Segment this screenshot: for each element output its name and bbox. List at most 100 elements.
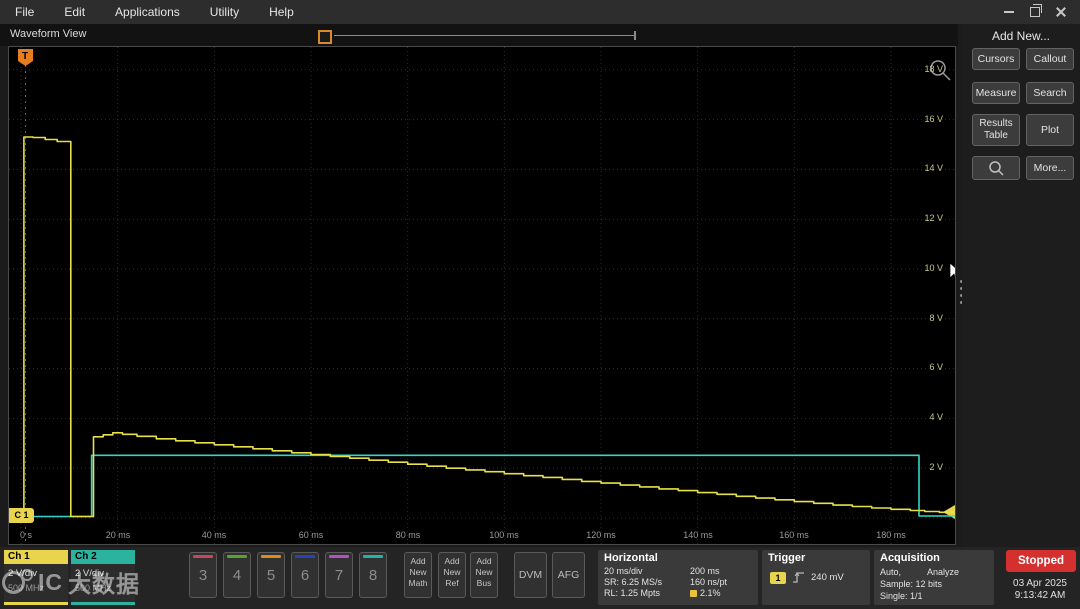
more-button[interactable]: More...: [1026, 156, 1074, 180]
menu-help[interactable]: Help: [254, 0, 309, 24]
dvm-button[interactable]: DVM: [514, 552, 547, 598]
x-axis-label: 20 ms: [106, 530, 131, 540]
waveform-view-header: Waveform View: [0, 24, 958, 46]
menu-items: File Edit Applications Utility Help: [0, 0, 309, 24]
waveform-canvas: T: [9, 47, 955, 544]
close-button[interactable]: [1048, 0, 1074, 24]
channel5-label: 5: [258, 567, 284, 584]
x-axis-label: 180 ms: [876, 530, 906, 540]
horizontal-title: Horizontal: [598, 550, 758, 564]
x-axis-label: 120 ms: [586, 530, 616, 540]
add-new-ref-line2: New: [443, 567, 460, 577]
add-new-ref-button[interactable]: Add New Ref: [438, 552, 466, 598]
add-new-bus-line3: Bus: [477, 578, 492, 588]
horizontal-sample-rate: SR: 6.25 MS/s: [604, 577, 690, 587]
channel5-color-stripe: [261, 555, 281, 558]
x-axis-label: 0 s: [20, 530, 32, 540]
channel1-scale: 2 V/div: [4, 564, 68, 579]
zoom-scrollbar-handle[interactable]: [318, 30, 332, 44]
zoom-scrollbar-track[interactable]: [334, 35, 634, 36]
cursors-button[interactable]: Cursors: [972, 48, 1020, 70]
channel1-badge[interactable]: Ch 1 2 V/div 500 MHz: [4, 550, 68, 605]
position-icon: [690, 590, 697, 597]
channel1-trace: [21, 137, 955, 517]
add-new-panel: Add New... Cursors Callout Measure Searc…: [962, 24, 1080, 547]
channel7-color-stripe: [329, 555, 349, 558]
horizontal-record-length: RL: 1.25 Mpts: [604, 588, 690, 598]
add-new-math-line1: Add: [410, 556, 425, 566]
zoom-tool-button[interactable]: [972, 156, 1020, 180]
bottom-bar: Ch 1 2 V/div 500 MHz Ch 2 2 V/div 500 MH…: [0, 547, 1080, 609]
minimize-button[interactable]: [996, 0, 1022, 24]
y-axis-label: 10 V: [901, 263, 943, 273]
minimize-icon: [1004, 11, 1014, 13]
channel2-bandwidth: 500 MHz: [71, 579, 135, 593]
acquisition-single: Single: 1/1: [880, 590, 994, 602]
afg-button[interactable]: AFG: [552, 552, 585, 598]
search-button[interactable]: Search: [1026, 82, 1074, 104]
channel7-button[interactable]: 7: [325, 552, 353, 598]
channel6-label: 6: [292, 567, 318, 584]
channel4-button[interactable]: 4: [223, 552, 251, 598]
mouse-cursor: [950, 263, 955, 280]
trigger-panel[interactable]: Trigger 1 240 mV: [762, 550, 870, 605]
acquisition-mode: Auto,: [880, 566, 901, 578]
oscilloscope-app: File Edit Applications Utility Help Wave…: [0, 0, 1080, 609]
x-axis-label: 40 ms: [202, 530, 227, 540]
channel8-color-stripe: [363, 555, 383, 558]
callout-button[interactable]: Callout: [1026, 48, 1074, 70]
y-axis-label: 14 V: [901, 163, 943, 173]
rising-edge-icon: [792, 571, 805, 584]
add-new-bus-line2: New: [475, 567, 492, 577]
channel3-label: 3: [190, 567, 216, 584]
window-controls: [996, 0, 1074, 24]
y-axis-label: 2 V: [901, 462, 943, 472]
acquisition-sample: Sample: 12 bits: [880, 578, 994, 590]
zoom-scrollbar-end-tick: [634, 31, 636, 40]
horizontal-scale: 20 ms/div: [604, 566, 690, 576]
menu-bar: File Edit Applications Utility Help: [0, 0, 1080, 24]
channel1-ground-badge[interactable]: C 1: [9, 508, 34, 523]
channel4-label: 4: [224, 567, 250, 584]
channel8-button[interactable]: 8: [359, 552, 387, 598]
run-stop-status-button[interactable]: Stopped: [1006, 550, 1076, 572]
magnifier-icon: [988, 160, 1004, 176]
close-icon: [1055, 6, 1067, 18]
channel2-name: Ch 2: [71, 550, 135, 564]
x-axis-label: 160 ms: [779, 530, 809, 540]
menu-utility[interactable]: Utility: [195, 0, 254, 24]
channel8-label: 8: [360, 567, 386, 584]
channel5-button[interactable]: 5: [257, 552, 285, 598]
x-axis-label: 140 ms: [683, 530, 713, 540]
channel2-scale: 2 V/div: [71, 564, 135, 579]
restore-icon: [1030, 7, 1040, 17]
horizontal-panel[interactable]: Horizontal 20 ms/div 200 ms SR: 6.25 MS/…: [598, 550, 758, 605]
trigger-flag-label: T: [22, 51, 28, 62]
channel3-button[interactable]: 3: [189, 552, 217, 598]
status-date: 03 Apr 2025: [1000, 578, 1080, 589]
measure-button[interactable]: Measure: [972, 82, 1020, 104]
channel2-badge[interactable]: Ch 2 2 V/div 500 MHz: [71, 550, 135, 605]
acquisition-title: Acquisition: [874, 550, 994, 564]
results-table-button[interactable]: Results Table: [972, 114, 1020, 146]
trigger-level-value: 240 mV: [811, 572, 844, 583]
menu-file[interactable]: File: [0, 0, 49, 24]
menu-applications[interactable]: Applications: [100, 0, 195, 24]
zoom-scrollbar[interactable]: [318, 28, 648, 44]
y-axis-label: 4 V: [901, 412, 943, 422]
restore-button[interactable]: [1022, 0, 1048, 24]
waveform-display[interactable]: T 0 s 20 ms 40 ms 60 ms 80 ms 100 ms 120…: [8, 46, 956, 545]
channel4-color-stripe: [227, 555, 247, 558]
add-new-bus-button[interactable]: Add New Bus: [470, 552, 498, 598]
channel6-color-stripe: [295, 555, 315, 558]
add-new-ref-line3: Ref: [445, 578, 458, 588]
plot-button[interactable]: Plot: [1026, 114, 1074, 146]
y-axis-label: 18 V: [901, 64, 943, 74]
trigger-source-badge: 1: [770, 572, 786, 584]
channel1-name: Ch 1: [4, 550, 68, 564]
add-new-bus-line1: Add: [476, 556, 491, 566]
acquisition-panel[interactable]: Acquisition Auto, Analyze Sample: 12 bit…: [874, 550, 994, 605]
channel6-button[interactable]: 6: [291, 552, 319, 598]
menu-edit[interactable]: Edit: [49, 0, 100, 24]
add-new-math-button[interactable]: Add New Math: [404, 552, 432, 598]
